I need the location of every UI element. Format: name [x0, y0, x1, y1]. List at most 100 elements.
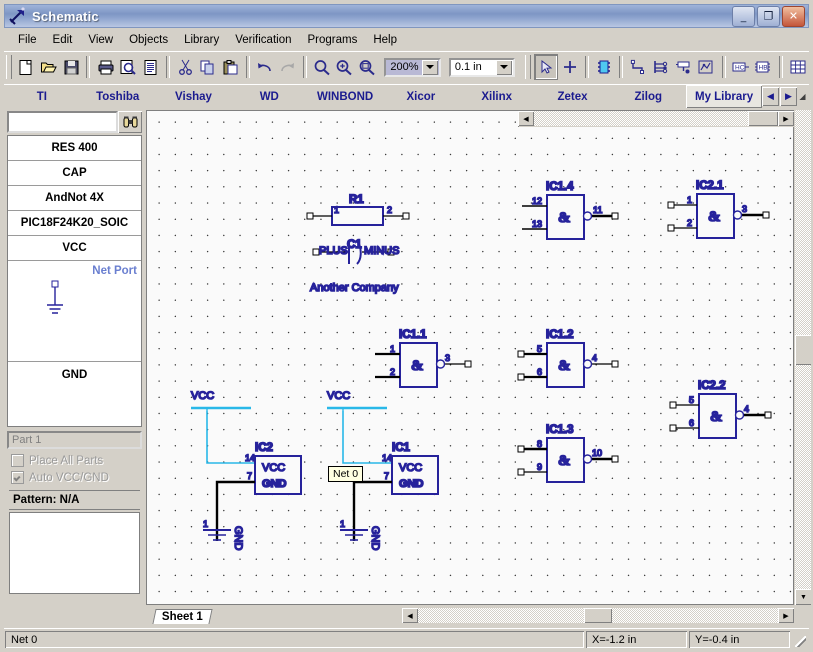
sheet-tab-label: Sheet 1	[161, 610, 203, 623]
library-tab-zilog[interactable]: Zilog	[610, 85, 686, 108]
auto-vcc-gnd-checkbox-row[interactable]: Auto VCC/GND	[7, 469, 142, 486]
toolbar-grip[interactable]	[6, 55, 12, 79]
pin-number: 1	[340, 519, 345, 529]
scrollbar-thumb[interactable]	[795, 335, 811, 365]
toolbar-separator	[302, 56, 307, 78]
grid-toggle[interactable]	[787, 55, 810, 79]
menu-library[interactable]: Library	[176, 32, 227, 48]
menu-programs[interactable]: Programs	[300, 32, 366, 48]
library-tab-ti[interactable]: TI	[4, 85, 80, 108]
menu-verification[interactable]: Verification	[227, 32, 299, 48]
new-file-icon[interactable]	[15, 55, 38, 79]
pin-label-plus: PLUS	[319, 245, 348, 257]
pin-number: 2	[390, 367, 395, 377]
library-tab-xicor[interactable]: Xicor	[383, 85, 459, 108]
scrollbar-thumb[interactable]	[584, 608, 612, 623]
scrollbar-thumb[interactable]	[748, 111, 778, 126]
zoom-in-icon[interactable]	[333, 55, 356, 79]
copy-icon[interactable]	[197, 55, 220, 79]
insert-point-tool[interactable]	[558, 55, 581, 79]
library-tab-toshiba[interactable]: Toshiba	[80, 85, 156, 108]
component-body-tool[interactable]: HB	[752, 55, 775, 79]
find-button[interactable]	[118, 111, 142, 133]
component-r1: R1 1 2	[306, 193, 410, 226]
scroll-left-button[interactable]: ◀	[518, 111, 534, 126]
grid-size-combo[interactable]: 0.1 in	[448, 57, 516, 77]
zoom-out-icon[interactable]	[311, 55, 334, 79]
search-input[interactable]	[7, 111, 118, 133]
canvas-horizontal-scrollbar-bottom[interactable]: ◀ ▶	[402, 607, 794, 624]
place-component-tool[interactable]	[593, 55, 616, 79]
maximize-button[interactable]: ❐	[757, 5, 780, 27]
tab-scroll-left-button[interactable]: ◀	[761, 87, 779, 106]
resize-grip[interactable]	[793, 631, 807, 648]
scrollbar-track[interactable]	[418, 608, 584, 623]
library-tab-vishay[interactable]: Vishay	[156, 85, 232, 108]
pin-number: 1	[203, 519, 208, 529]
chevron-down-icon[interactable]	[421, 59, 438, 75]
list-item-net-port-preview[interactable]: Net Port	[8, 261, 141, 362]
draw-wire-tool[interactable]	[627, 55, 650, 79]
redo-icon[interactable]	[276, 55, 299, 79]
menu-help[interactable]: Help	[365, 32, 405, 48]
schematic-canvas[interactable]: R1 1 2 C1 PLUS MINUS Another Company & I…	[146, 110, 794, 605]
list-item[interactable]: PIC18F24K20_SOIC	[8, 211, 141, 236]
part-select-combo[interactable]: Part 1	[7, 431, 142, 449]
library-tab-xilinx[interactable]: Xilinx	[459, 85, 535, 108]
component-label-tool[interactable]: HC	[730, 55, 753, 79]
toolbar-grip-2[interactable]	[525, 55, 531, 79]
tab-overflow-icon[interactable]: ◢	[798, 92, 807, 101]
parts-list[interactable]: RES 400 CAP AndNot 4X PIC18F24K20_SOIC V…	[7, 135, 142, 427]
list-item[interactable]: VCC	[8, 236, 141, 261]
list-item[interactable]: AndNot 4X	[8, 186, 141, 211]
library-tab-zetex[interactable]: Zetex	[535, 85, 611, 108]
place-all-parts-checkbox-row[interactable]: Place All Parts	[7, 452, 142, 469]
menu-view[interactable]: View	[80, 32, 121, 48]
auto-vcc-gnd-checkbox[interactable]	[11, 471, 24, 484]
net-port-tool[interactable]	[673, 55, 696, 79]
scrollbar-track[interactable]	[534, 111, 748, 126]
pin-number: 6	[689, 418, 694, 428]
zoom-window-icon[interactable]	[356, 55, 379, 79]
menu-file[interactable]: File	[10, 32, 45, 48]
scroll-right-button[interactable]: ▶	[778, 608, 794, 623]
canvas-horizontal-scrollbar-top[interactable]: ◀ ▶	[518, 110, 794, 127]
canvas-vertical-scrollbar[interactable]: ▼	[795, 110, 811, 605]
scrollbar-track[interactable]	[795, 110, 811, 589]
scrollbar-track[interactable]	[612, 608, 778, 623]
auto-vcc-gnd-label: Auto VCC/GND	[29, 471, 109, 484]
save-file-icon[interactable]	[60, 55, 83, 79]
net-edit-tool[interactable]	[695, 55, 718, 79]
menu-edit[interactable]: Edit	[45, 32, 81, 48]
svg-text:HC: HC	[735, 65, 745, 72]
net-port-label: Net Port	[92, 265, 137, 277]
net-symbol-gnd-1: 1 GND	[202, 518, 245, 551]
undo-icon[interactable]	[254, 55, 277, 79]
menu-objects[interactable]: Objects	[121, 32, 176, 48]
minimize-button[interactable]: _	[732, 5, 755, 27]
library-tab-wd[interactable]: WD	[231, 85, 307, 108]
list-item[interactable]: CAP	[8, 161, 141, 186]
list-item[interactable]: RES 400	[8, 136, 141, 161]
paste-icon[interactable]	[219, 55, 242, 79]
place-all-parts-checkbox[interactable]	[11, 454, 24, 467]
list-item[interactable]: GND	[8, 362, 141, 388]
library-tab-my-library[interactable]: My Library	[686, 85, 762, 108]
close-button[interactable]: ✕	[782, 5, 805, 27]
gate-symbol: &	[411, 358, 424, 374]
scroll-down-button[interactable]: ▼	[795, 589, 811, 605]
cut-icon[interactable]	[174, 55, 197, 79]
report-icon[interactable]	[139, 55, 162, 79]
zoom-level-combo[interactable]: 200%	[384, 57, 441, 77]
chevron-down-icon[interactable]	[496, 59, 513, 75]
draw-bus-tool[interactable]	[650, 55, 673, 79]
library-tab-winbond[interactable]: WINBOND	[307, 85, 383, 108]
open-file-icon[interactable]	[37, 55, 60, 79]
scroll-left-button[interactable]: ◀	[402, 608, 418, 623]
select-tool[interactable]	[533, 54, 559, 80]
scroll-right-button[interactable]: ▶	[778, 111, 794, 126]
tab-scroll-right-button[interactable]: ▶	[779, 87, 797, 106]
print-icon[interactable]	[94, 55, 117, 79]
sheet-tab-1[interactable]: Sheet 1	[152, 608, 213, 624]
print-preview-icon[interactable]	[117, 55, 140, 79]
